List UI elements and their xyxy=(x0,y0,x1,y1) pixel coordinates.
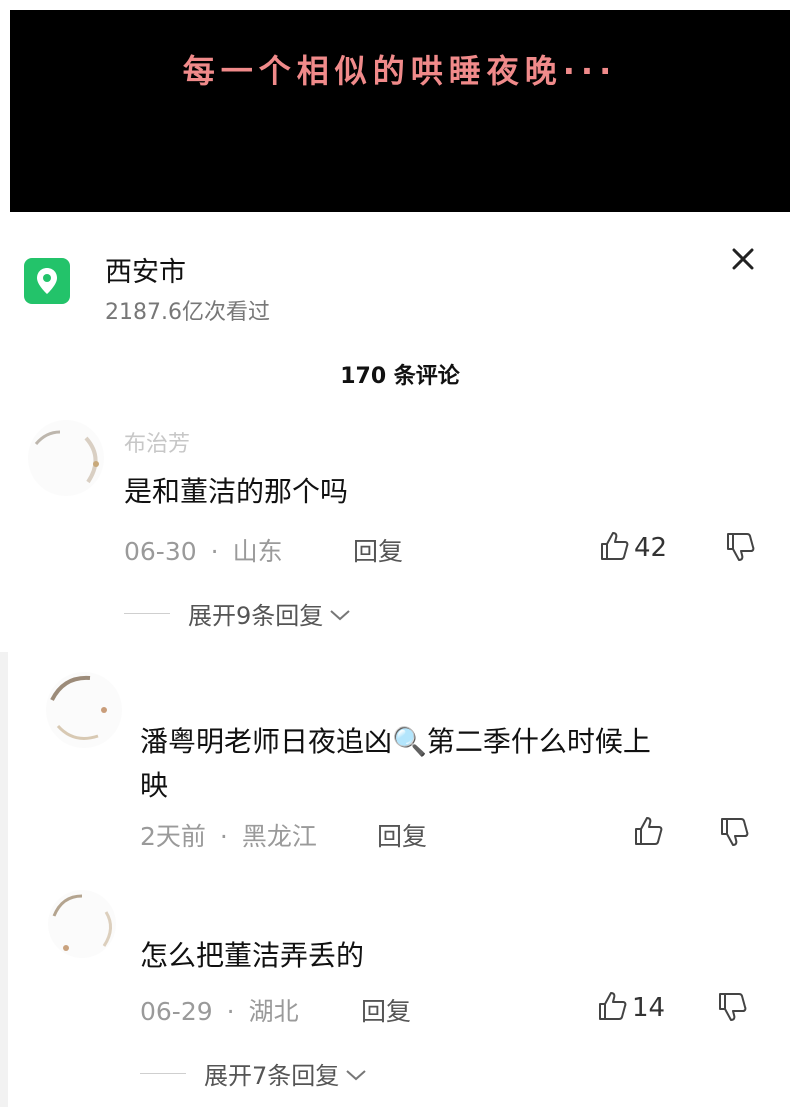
comment-text: 是和董洁的那个吗 xyxy=(124,475,349,508)
video-player[interactable]: 每一个相似的哄睡夜晚··· xyxy=(10,10,790,212)
comment-meta: 06-29 · 湖北 xyxy=(140,992,299,1028)
thumbs-down-icon[interactable] xyxy=(724,531,756,567)
expand-replies-button[interactable]: 展开7条回复 xyxy=(140,1056,367,1091)
avatar[interactable] xyxy=(44,670,124,750)
thumbs-up-icon xyxy=(598,530,630,566)
avatar[interactable] xyxy=(46,888,118,960)
chevron-down-icon xyxy=(345,1060,367,1088)
reply-button[interactable]: 回复 xyxy=(377,817,427,853)
separator-dot: · xyxy=(226,997,235,1026)
username[interactable]: 布治芳 xyxy=(124,426,190,458)
location-title[interactable]: 西安市 xyxy=(105,250,186,289)
location-views: 2187.6亿次看过 xyxy=(105,300,270,325)
thumbs-up-icon xyxy=(632,815,664,851)
thumbs-up-icon xyxy=(596,990,628,1026)
thumbs-down-icon[interactable] xyxy=(718,816,750,852)
divider-line xyxy=(140,1073,186,1074)
comment-text: 潘粤明老师日夜追凶🔍第二季什么时候上 xyxy=(140,725,651,758)
chevron-down-icon xyxy=(329,600,351,628)
comment-date: 06-29 xyxy=(140,997,213,1026)
map-pin-icon xyxy=(24,258,70,304)
thread-indent-shade xyxy=(0,652,8,1107)
comment-text-continued: 映 xyxy=(140,769,169,802)
like-button[interactable] xyxy=(632,815,664,851)
close-icon[interactable] xyxy=(726,242,760,276)
comment-count: 170 条评论 xyxy=(340,364,460,389)
reply-button[interactable]: 回复 xyxy=(353,532,403,568)
comment-date: 06-30 xyxy=(124,537,197,566)
video-caption: 每一个相似的哄睡夜晚··· xyxy=(182,52,618,90)
comment-region: 黑龙江 xyxy=(241,822,317,851)
like-button[interactable]: 14 xyxy=(596,990,665,1026)
comment-region: 湖北 xyxy=(248,997,299,1026)
expand-replies-button[interactable]: 展开9条回复 xyxy=(124,596,351,631)
thumbs-down-icon[interactable] xyxy=(716,991,748,1027)
comment-meta: 06-30 · 山东 xyxy=(124,532,283,568)
comment-date: 2天前 xyxy=(140,822,206,851)
comment-region: 山东 xyxy=(232,537,283,566)
avatar[interactable] xyxy=(26,418,106,498)
comment-text: 怎么把董洁弄丢的 xyxy=(140,939,365,972)
expand-replies-label: 展开7条回复 xyxy=(204,1062,340,1090)
divider-line xyxy=(124,613,170,614)
expand-replies-label: 展开9条回复 xyxy=(188,602,324,630)
reply-button[interactable]: 回复 xyxy=(361,992,411,1028)
separator-dot: · xyxy=(219,822,228,851)
comment-meta: 2天前 · 黑龙江 xyxy=(140,817,317,853)
like-button[interactable]: 42 xyxy=(598,530,667,566)
separator-dot: · xyxy=(210,537,219,566)
like-count: 42 xyxy=(634,533,668,563)
like-count: 14 xyxy=(632,993,666,1023)
